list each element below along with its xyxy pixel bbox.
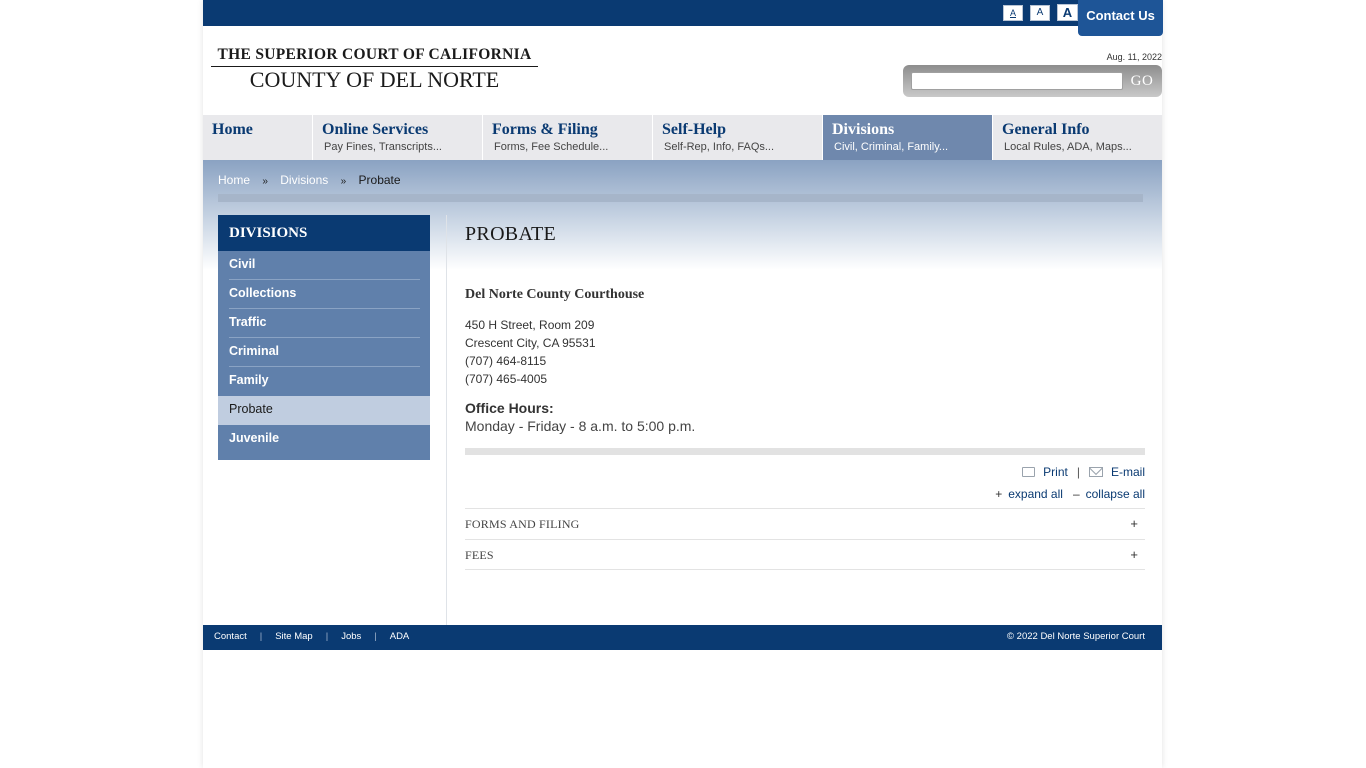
print-label: Print <box>1043 465 1068 479</box>
nav-title: General Info <box>1002 121 1090 138</box>
office-hours-label: Office Hours: <box>465 400 554 416</box>
nav-subtitle: Local Rules, ADA, Maps... <box>1004 141 1132 153</box>
email-label: E-mail <box>1110 465 1145 479</box>
footer-separator: | <box>325 631 329 642</box>
nav-item-divisions[interactable]: Divisions Civil, Criminal, Family... <box>823 115 993 160</box>
current-date: Aug. 11, 2022 <box>1106 52 1162 62</box>
font-size-large-button[interactable]: A <box>1057 4 1078 21</box>
breadcrumb-divisions[interactable]: Divisions <box>280 173 328 187</box>
nav-subtitle: Civil, Criminal, Family... <box>834 141 949 153</box>
nav-title: Divisions <box>832 121 895 138</box>
sidebar-item-criminal[interactable]: Criminal <box>218 338 430 367</box>
email-link[interactable]: E-mail <box>1088 465 1145 479</box>
sidebar-item-collections[interactable]: Collections <box>218 280 430 309</box>
accordion-title: FEES <box>465 548 494 562</box>
footer-copyright: © 2022 Del Norte Superior Court <box>1007 631 1145 642</box>
court-logo[interactable]: THE SUPERIOR COURT OF CALIFORNIA COUNTY … <box>211 46 538 92</box>
sidebar-item-traffic[interactable]: Traffic <box>218 309 430 338</box>
printer-icon <box>1022 467 1036 477</box>
address-block: 450 H Street, Room 209 Crescent City, CA… <box>465 316 596 388</box>
accordion-fees[interactable]: FEES + <box>465 539 1145 570</box>
address-city: Crescent City, CA 95531 <box>465 336 596 350</box>
breadcrumb: Home » Divisions » Probate <box>218 173 401 187</box>
phone-number: (707) 464-8115 <box>465 354 547 368</box>
envelope-icon <box>1088 467 1103 477</box>
footer-link-contact[interactable]: Contact <box>214 631 247 642</box>
search-input[interactable] <box>911 72 1123 90</box>
column-divider <box>446 215 447 625</box>
plus-icon[interactable]: + <box>1130 547 1138 562</box>
main-nav: Home Online Services Pay Fines, Transcri… <box>203 115 1162 160</box>
accordion-forms-and-filing[interactable]: FORMS AND FILING + <box>465 508 1145 539</box>
sidebar-item-label: Collections <box>229 286 297 300</box>
nav-item-self-help[interactable]: Self-Help Self-Rep, Info, FAQs... <box>653 115 823 160</box>
breadcrumb-separator: » <box>340 176 347 187</box>
sidebar-item-juvenile[interactable]: Juvenile <box>218 425 430 454</box>
collapse-all-link[interactable]: collapse all <box>1086 487 1145 501</box>
page-title: PROBATE <box>465 223 557 245</box>
sidebar: DIVISIONS Civil Collections Traffic Crim… <box>218 215 430 460</box>
footer-link-ada[interactable]: ADA <box>390 631 410 642</box>
sidebar-list: Civil Collections Traffic Criminal Famil… <box>218 251 430 460</box>
breadcrumb-current: Probate <box>358 173 401 187</box>
minus-icon: – <box>1072 487 1080 501</box>
nav-item-forms-filing[interactable]: Forms & Filing Forms, Fee Schedule... <box>483 115 653 160</box>
footer-separator: | <box>259 631 263 642</box>
nav-title: Self-Help <box>662 121 726 138</box>
plus-icon[interactable]: + <box>1130 516 1138 531</box>
nav-item-online-services[interactable]: Online Services Pay Fines, Transcripts..… <box>313 115 483 160</box>
sidebar-item-label: Traffic <box>229 315 267 329</box>
footer-links: Contact | Site Map | Jobs | ADA <box>214 631 409 642</box>
sidebar-item-label: Family <box>229 373 269 387</box>
font-size-medium-button[interactable]: A <box>1030 5 1050 21</box>
breadcrumb-bar <box>218 194 1143 202</box>
search-go-button[interactable]: GO <box>1125 69 1159 93</box>
footer-link-jobs[interactable]: Jobs <box>341 631 361 642</box>
sidebar-item-family[interactable]: Family <box>218 367 430 396</box>
page-tools: Print | E-mail <box>1022 465 1145 479</box>
logo-line-2: COUNTY OF DEL NORTE <box>249 67 500 92</box>
breadcrumb-home[interactable]: Home <box>218 173 250 187</box>
footer-separator: | <box>374 631 377 642</box>
breadcrumb-separator: » <box>262 176 268 187</box>
location-name: Del Norte County Courthouse <box>465 287 645 302</box>
page-container: A A A Contact Us THE SUPERIOR COURT OF C… <box>203 0 1163 768</box>
nav-subtitle: Forms, Fee Schedule... <box>494 141 609 153</box>
footer: Contact | Site Map | Jobs | ADA © 2022 Del Nor… <box>203 625 1162 650</box>
font-size-small-button[interactable]: A <box>1003 5 1023 21</box>
sidebar-item-probate[interactable]: Probate <box>218 396 430 425</box>
logo-line-1: THE SUPERIOR COURT OF CALIFORNIA <box>211 46 538 67</box>
address-street: 450 H Street, Room 209 <box>465 318 595 332</box>
sidebar-heading: DIVISIONS <box>218 215 430 251</box>
office-hours-value: Monday - Friday - 8 a.m. to 5:00 p.m. <box>465 418 696 434</box>
phone-number: (707) 465-4005 <box>465 372 548 386</box>
sidebar-item-civil[interactable]: Civil <box>218 251 430 280</box>
accordion-title: FORMS AND FILING <box>465 517 580 531</box>
sidebar-item-label: Juvenile <box>229 431 280 445</box>
nav-item-general-info[interactable]: General Info Local Rules, ADA, Maps... <box>993 115 1162 160</box>
nav-subtitle: Self-Rep, Info, FAQs... <box>664 141 775 153</box>
footer-link-site-map[interactable]: Site Map <box>275 631 313 642</box>
sidebar-item-label: Criminal <box>229 344 280 358</box>
expand-all-link[interactable]: expand all <box>1008 487 1063 501</box>
nav-title: Home <box>212 121 253 138</box>
nav-title: Forms & Filing <box>492 121 598 138</box>
section-divider-bar <box>465 448 1145 455</box>
sidebar-item-label: Probate <box>229 402 273 416</box>
expand-collapse-controls: + expand all – collapse all <box>995 487 1145 501</box>
search-box: GO <box>903 65 1162 97</box>
plus-icon: + <box>995 487 1003 501</box>
nav-item-home[interactable]: Home <box>203 115 313 160</box>
sidebar-item-label: Civil <box>229 257 256 271</box>
print-link[interactable]: Print <box>1022 465 1068 479</box>
tools-separator: | <box>1076 465 1080 479</box>
contact-us-button[interactable]: Contact Us <box>1078 0 1163 36</box>
nav-subtitle: Pay Fines, Transcripts... <box>324 141 442 153</box>
nav-title: Online Services <box>322 121 429 138</box>
